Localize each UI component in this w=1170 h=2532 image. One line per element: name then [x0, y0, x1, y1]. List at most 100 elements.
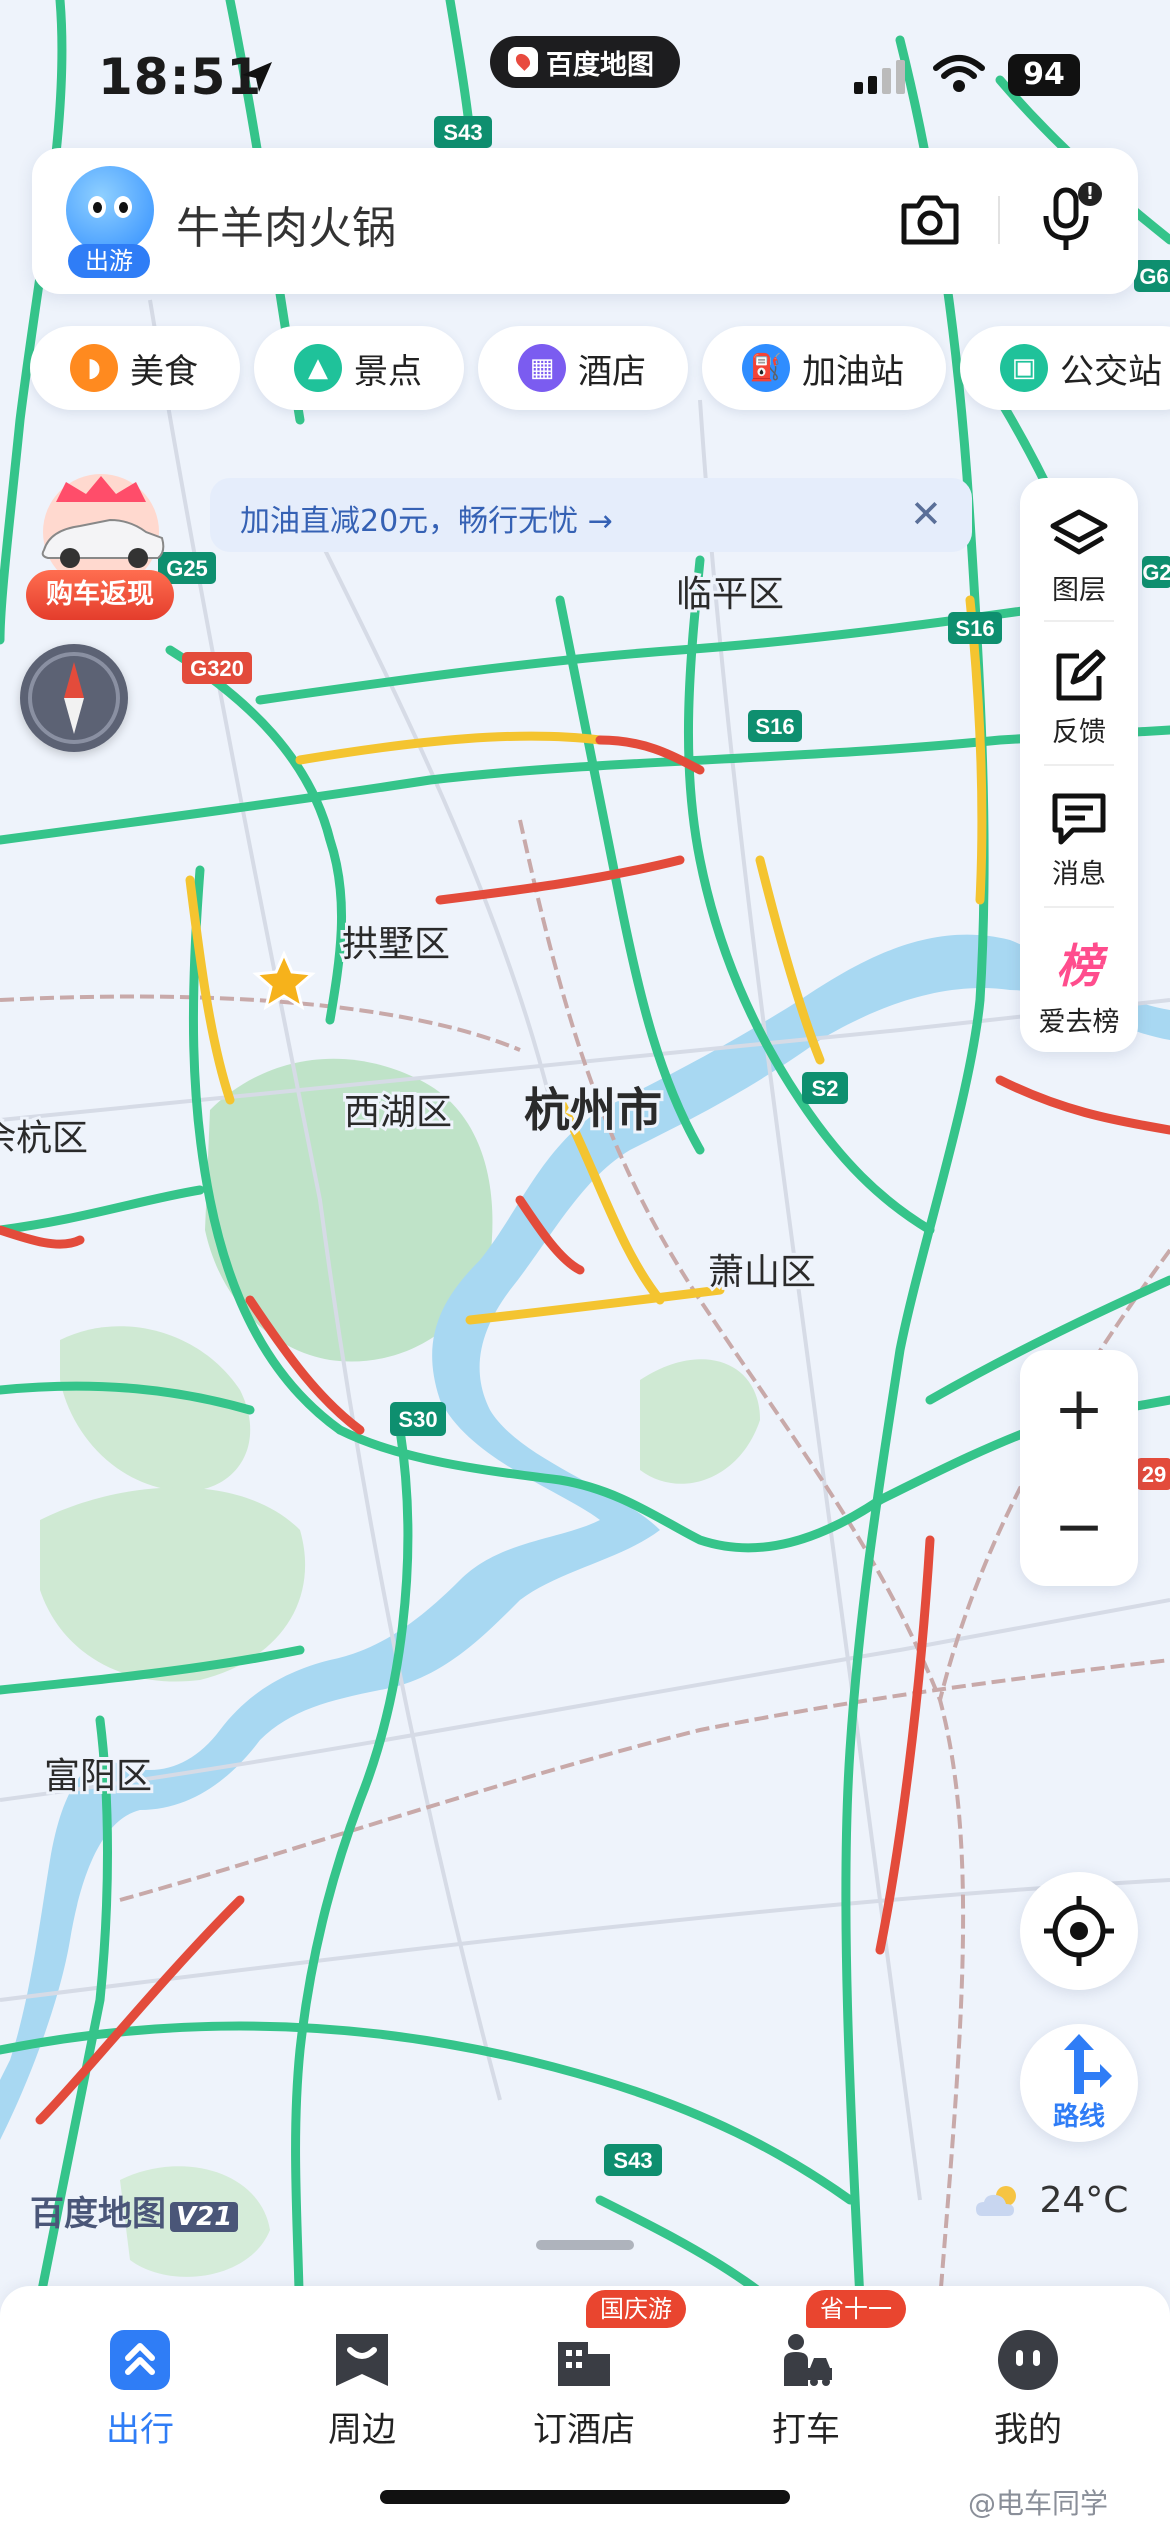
car-ad-label[interactable]: 购车返现	[26, 570, 174, 620]
bus-icon: ▣	[1000, 344, 1048, 392]
tool-divider	[1044, 764, 1114, 766]
route-button[interactable]: 路线	[1020, 2024, 1138, 2142]
camera-icon[interactable]	[898, 190, 962, 250]
taxi-icon	[774, 2328, 838, 2392]
category-chips: ◗ 美食 ▲ 景点 ▦ 酒店 ⛽ 加油站 ▣ 公交站	[30, 326, 1170, 410]
tool-divider	[1044, 906, 1114, 908]
tab-profile-label: 我的	[994, 2410, 1062, 2450]
compass-icon	[28, 652, 120, 744]
shield-g2: G2	[1142, 556, 1170, 588]
chip-bus-stop[interactable]: ▣ 公交站	[960, 326, 1170, 410]
app-switch-pill[interactable]: 百度地图	[490, 36, 680, 88]
promo-banner[interactable]: 加油直减20元，畅行无忧 → ✕	[210, 478, 972, 552]
taxi-promo-badge: 省十一	[806, 2290, 906, 2328]
chip-bus-stop-label: 公交站	[1060, 351, 1162, 392]
route-label: 路线	[1052, 2102, 1105, 2132]
home-indicator	[380, 2490, 790, 2504]
city-label-hangzhou: 杭州市	[524, 1084, 662, 1136]
tool-feedback-label: 反馈	[1052, 717, 1106, 748]
tool-messages-label: 消息	[1052, 859, 1106, 890]
feedback-icon	[1056, 649, 1106, 701]
tool-divider	[1044, 620, 1114, 622]
compass-button[interactable]	[20, 644, 128, 752]
tab-travel-label: 出行	[106, 2410, 174, 2450]
tab-taxi[interactable]: 打车	[726, 2310, 886, 2451]
district-label-xihu: 西湖区	[344, 1091, 452, 1132]
shield-g320: G320	[182, 652, 252, 684]
hotel-booking-icon	[552, 2328, 616, 2392]
tool-messages[interactable]: 消息	[1020, 790, 1138, 891]
car-cashback-ad[interactable]: 购车返现	[26, 472, 176, 622]
hotel-promo-badge: 国庆游	[586, 2290, 686, 2328]
weather-temp: 24°C	[1039, 2180, 1129, 2221]
mascot-avatar-icon[interactable]	[66, 166, 154, 254]
tab-taxi-label: 打车	[772, 2410, 840, 2450]
svg-text:S2: S2	[812, 1076, 839, 1101]
app-pill-label: 百度地图	[546, 49, 654, 81]
district-label-linping: 临平区	[676, 573, 784, 614]
chip-food-label: 美食	[130, 351, 198, 392]
weather-widget[interactable]: 24°C	[972, 2180, 1128, 2222]
weibo-watermark: @电车同学	[968, 2487, 1109, 2520]
hotel-icon: ▦	[518, 344, 566, 392]
mic-notification-badge: !	[1078, 182, 1102, 206]
tool-layers[interactable]: 图层	[1020, 506, 1138, 607]
map-tool-panel: 图层 反馈 消息 榜 爱去榜	[1020, 478, 1138, 1052]
tab-travel[interactable]: 出行	[60, 2310, 220, 2451]
status-bar: 18:51 百度地图 94	[0, 0, 1170, 140]
tab-profile[interactable]: 我的	[948, 2310, 1108, 2451]
chip-scenery[interactable]: ▲ 景点	[254, 326, 464, 410]
ranking-icon: 榜	[1056, 939, 1102, 993]
search-input[interactable]: 牛羊肉火锅	[176, 192, 396, 256]
map-brand-logo: 百度地图 V21	[30, 2186, 239, 2235]
scenery-icon: ▲	[294, 344, 342, 392]
crosshair-icon	[1044, 1896, 1114, 1966]
cellular-signal-icon	[854, 60, 905, 94]
battery-indicator: 94	[1008, 54, 1080, 96]
layers-icon	[1050, 509, 1108, 555]
svg-text:G6: G6	[1139, 264, 1168, 289]
gas-station-icon: ⛽	[742, 344, 790, 392]
shield-s16: S16	[748, 710, 802, 742]
close-icon[interactable]: ✕	[910, 492, 942, 536]
brand-version: V21	[170, 2202, 239, 2232]
partly-cloudy-icon	[976, 2186, 1016, 2216]
chip-hotel[interactable]: ▦ 酒店	[478, 326, 688, 410]
zoom-control: + −	[1020, 1350, 1138, 1586]
tool-layers-label: 图层	[1052, 575, 1106, 606]
shield-s30: S30	[390, 1402, 446, 1436]
drawer-handle[interactable]	[536, 2240, 634, 2250]
svg-text:G2: G2	[1142, 560, 1170, 585]
tab-hotel-booking[interactable]: 订酒店	[504, 2310, 664, 2451]
tool-ranking-label: 爱去榜	[1038, 1007, 1120, 1038]
food-icon: ◗	[70, 344, 118, 392]
promo-text[interactable]: 加油直减20元，畅行无忧 →	[240, 496, 613, 540]
car-icon	[41, 474, 165, 582]
baidu-map-logo-icon	[508, 47, 538, 77]
shield-s16-east: S16	[948, 612, 1002, 644]
svg-text:S43: S43	[613, 2148, 652, 2173]
chip-hotel-label: 酒店	[578, 351, 646, 392]
district-label-yuhang: 余杭区	[0, 1117, 88, 1158]
shield-29: 29	[1136, 1458, 1170, 1490]
search-bar[interactable]: 出游 牛羊肉火锅 !	[32, 148, 1138, 294]
tool-ranking[interactable]: 榜 爱去榜	[1020, 930, 1138, 1039]
svg-text:S16: S16	[955, 616, 994, 641]
profile-icon	[996, 2328, 1060, 2392]
shield-g6: G6	[1134, 260, 1170, 292]
zoom-in-button[interactable]: +	[1020, 1350, 1138, 1468]
locate-me-button[interactable]	[1020, 1872, 1138, 1990]
district-label-fuyang: 富阳区	[44, 1755, 152, 1796]
shield-s2: S2	[802, 1072, 848, 1104]
tool-feedback[interactable]: 反馈	[1020, 648, 1138, 749]
chip-food[interactable]: ◗ 美食	[30, 326, 240, 410]
svg-text:29: 29	[1142, 1462, 1166, 1487]
wifi-icon	[933, 55, 985, 92]
shield-s43-bottom: S43	[604, 2144, 662, 2176]
chip-gas-station[interactable]: ⛽ 加油站	[702, 326, 946, 410]
zoom-out-button[interactable]: −	[1020, 1468, 1138, 1586]
chip-gas-station-label: 加油站	[802, 351, 904, 392]
search-divider	[998, 196, 1000, 244]
svg-text:S30: S30	[398, 1407, 437, 1432]
tab-nearby[interactable]: 周边	[282, 2310, 442, 2451]
